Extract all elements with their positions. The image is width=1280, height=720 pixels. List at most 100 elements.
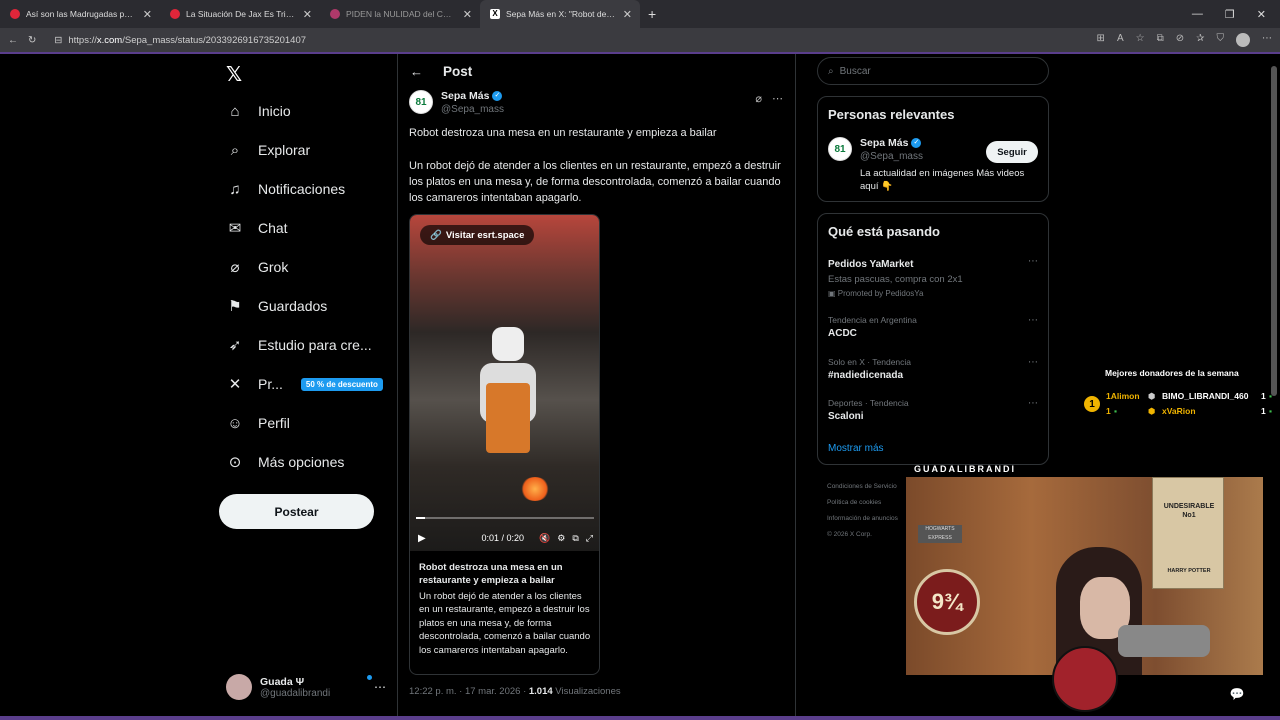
user-avatar[interactable]: 81 xyxy=(828,137,852,161)
site-info-icon[interactable]: ⊟ xyxy=(54,35,62,46)
visit-site-button[interactable]: 🔗 Visitar esrt.space xyxy=(420,225,535,245)
close-window-icon[interactable]: ✕ xyxy=(1257,8,1266,21)
donor-name: xVaRion xyxy=(1162,406,1196,416)
more-icon[interactable]: ⋯ xyxy=(1028,256,1038,267)
nav-item-guardados[interactable]: ⚑ Guardados xyxy=(226,297,327,315)
browser-tab[interactable]: La Situación De Jax Es Triste - YouTube … xyxy=(160,0,320,28)
streamer-name: GUADALIBRANDI xyxy=(914,464,1016,474)
video-progress-bar[interactable] xyxy=(416,517,594,519)
nav-item-mas-opciones[interactable]: ⊙ Más opciones xyxy=(226,453,345,471)
close-tab-icon[interactable]: ✕ xyxy=(303,8,312,21)
scrollbar-thumb[interactable] xyxy=(1271,66,1277,396)
page-title: Post xyxy=(443,63,473,79)
nav-item-chat[interactable]: ✉ Chat xyxy=(226,219,288,237)
pip-icon[interactable]: ⧉ xyxy=(572,533,578,544)
card-title[interactable]: Robot destroza una mesa en un restaurant… xyxy=(419,561,594,587)
url-prefix: https:// xyxy=(68,34,97,46)
new-tab-icon[interactable]: + xyxy=(648,6,656,22)
trend-item[interactable]: Pedidos YaMarket Estas pascuas, compra c… xyxy=(828,256,1038,298)
more-icon[interactable]: ⋯ xyxy=(1028,315,1038,326)
fullscreen-icon[interactable]: ⤢ xyxy=(586,533,593,544)
app-icon[interactable]: ⊞ xyxy=(1097,33,1105,47)
video-frame-robot xyxy=(472,327,542,457)
back-icon[interactable]: ← xyxy=(8,35,18,46)
minimize-icon[interactable]: — xyxy=(1192,8,1203,21)
author-avatar[interactable]: 81 xyxy=(409,90,433,114)
nav-item-grok[interactable]: ⌀ Grok xyxy=(226,258,288,276)
footer-link[interactable]: Información de anuncios xyxy=(827,511,907,527)
account-switcher[interactable]: Guada Ψ @guadalibrandi ⋯ xyxy=(226,669,386,705)
show-more-link[interactable]: Mostrar más xyxy=(828,443,884,454)
browser-tab[interactable]: PIDEN la NULIDAD del CASO Fernando ✕ xyxy=(320,0,480,28)
extensions-icon[interactable]: ⧉ xyxy=(1157,33,1164,47)
play-icon[interactable]: ▶ xyxy=(418,533,426,544)
gift-icon: ▪ xyxy=(1114,406,1118,416)
menu-dots-icon[interactable]: ⋯ xyxy=(1262,33,1272,47)
more-circle-icon: ⊙ xyxy=(228,454,242,471)
url-path: /Sepa_mass/status/2033926916735201407 xyxy=(122,34,307,46)
avatar-overlay xyxy=(1052,646,1118,712)
user-name[interactable]: Sepa Más xyxy=(860,137,908,149)
post-meta: 12:22 p. m. · 17 mar. 2026 · 1.014 Visua… xyxy=(409,686,621,697)
url-field[interactable]: ⊟ https://x.com/Sepa_mass/status/2033926… xyxy=(54,31,1086,49)
url-host: x.com xyxy=(96,34,123,46)
video-time: 0:01 / 0:20 xyxy=(481,533,525,543)
x-logo-icon[interactable]: 𝕏 xyxy=(226,62,242,87)
trend-name: Scaloni xyxy=(828,411,864,422)
author-handle[interactable]: @Sepa_mass xyxy=(441,104,504,115)
relevant-user[interactable]: 81 Sepa Más ✓ @Sepa_mass xyxy=(828,137,923,162)
post-timestamp[interactable]: 12:22 p. m. · 17 mar. 2026 · xyxy=(409,686,529,697)
browser-tab-bar: Así son las Madrugadas por el barrio ✕ L… xyxy=(0,0,1280,28)
media-card[interactable]: 🔗 Visitar esrt.space ▶ 0:01 / 0:20 🔇 ⚙ ⧉… xyxy=(409,214,600,675)
reload-icon[interactable]: ↻ xyxy=(28,35,36,46)
more-icon[interactable]: ⋯ xyxy=(1028,357,1038,368)
search-icon: ⌕ xyxy=(828,65,834,77)
trend-item[interactable]: Tendencia en Argentina ACDC ⋯ xyxy=(828,315,1038,339)
back-arrow-icon[interactable]: ← xyxy=(410,64,423,79)
settings-icon[interactable]: ⚙ xyxy=(557,533,565,544)
close-tab-icon[interactable]: ✕ xyxy=(623,8,632,21)
post-author[interactable]: 81 Sepa Más ✓ @Sepa_mass xyxy=(409,90,504,115)
collections-icon[interactable]: ✰ xyxy=(1196,33,1204,47)
shield-icon[interactable]: ⛉ xyxy=(1217,33,1225,47)
account-name: Guada Ψ xyxy=(260,675,305,688)
favorite-star-icon[interactable]: ☆ xyxy=(1136,33,1145,47)
trend-item[interactable]: Deportes · Tendencia Scaloni ⋯ xyxy=(828,398,1038,422)
footer-link[interactable]: Condiciones de Servicio xyxy=(827,479,907,495)
split-icon[interactable]: ⊘ xyxy=(1176,33,1184,47)
search-input[interactable]: ⌕ Buscar xyxy=(817,57,1049,85)
trend-item[interactable]: Solo en X · Tendencia #nadiedicenada ⋯ xyxy=(828,357,1038,381)
nav-item-explorar[interactable]: ⌕ Explorar xyxy=(226,141,310,159)
more-icon[interactable]: ⋯ xyxy=(1028,398,1038,409)
microphone xyxy=(1118,625,1210,657)
tab-title: PIDEN la NULIDAD del CASO Fernando xyxy=(346,9,457,19)
search-icon: ⌕ xyxy=(230,141,240,159)
nav-item-premium[interactable]: ✕ Pr... 50 % de descuento xyxy=(226,375,383,393)
browser-tab-active[interactable]: X Sepa Más en X: "Robot destroza una mes… xyxy=(480,0,640,28)
grok-explain-icon[interactable]: ⌀ xyxy=(755,92,762,105)
author-name[interactable]: Sepa Más xyxy=(441,90,489,102)
browser-tab[interactable]: Así son las Madrugadas por el barrio ✕ xyxy=(0,0,160,28)
trend-context: Deportes · Tendencia xyxy=(828,398,909,408)
more-icon[interactable]: ⋯ xyxy=(772,92,783,105)
nav-item-inicio[interactable]: ⌂ Inicio xyxy=(226,102,290,120)
nav-label: Más opciones xyxy=(258,454,345,470)
post-button[interactable]: Postear xyxy=(219,494,374,529)
nav-label: Explorar xyxy=(258,142,311,158)
follow-button[interactable]: Seguir xyxy=(986,141,1038,163)
footer-link[interactable]: Política de cookies xyxy=(827,495,907,511)
post-column: ← Post 81 Sepa Más ✓ @Sepa_mass ⌀ ⋯ Robot… xyxy=(397,54,796,720)
nav-item-perfil[interactable]: ☺ Perfil xyxy=(226,414,290,432)
close-tab-icon[interactable]: ✕ xyxy=(463,8,472,21)
mute-icon[interactable]: 🔇 xyxy=(539,533,550,544)
restore-icon[interactable]: ❐ xyxy=(1225,8,1235,21)
scrollbar[interactable] xyxy=(1270,54,1278,720)
read-aloud-icon[interactable]: A xyxy=(1117,33,1124,47)
nav-item-notificaciones[interactable]: ♫ Notificaciones xyxy=(226,180,345,198)
profile-avatar[interactable] xyxy=(1236,33,1250,47)
more-icon[interactable]: ⋯ xyxy=(374,680,386,694)
gift-icon: ⬢ xyxy=(1148,391,1156,401)
video-player[interactable]: 🔗 Visitar esrt.space ▶ 0:01 / 0:20 🔇 ⚙ ⧉… xyxy=(410,215,599,551)
nav-item-estudio[interactable]: ➶ Estudio para cre... xyxy=(226,336,372,354)
close-tab-icon[interactable]: ✕ xyxy=(143,8,152,21)
